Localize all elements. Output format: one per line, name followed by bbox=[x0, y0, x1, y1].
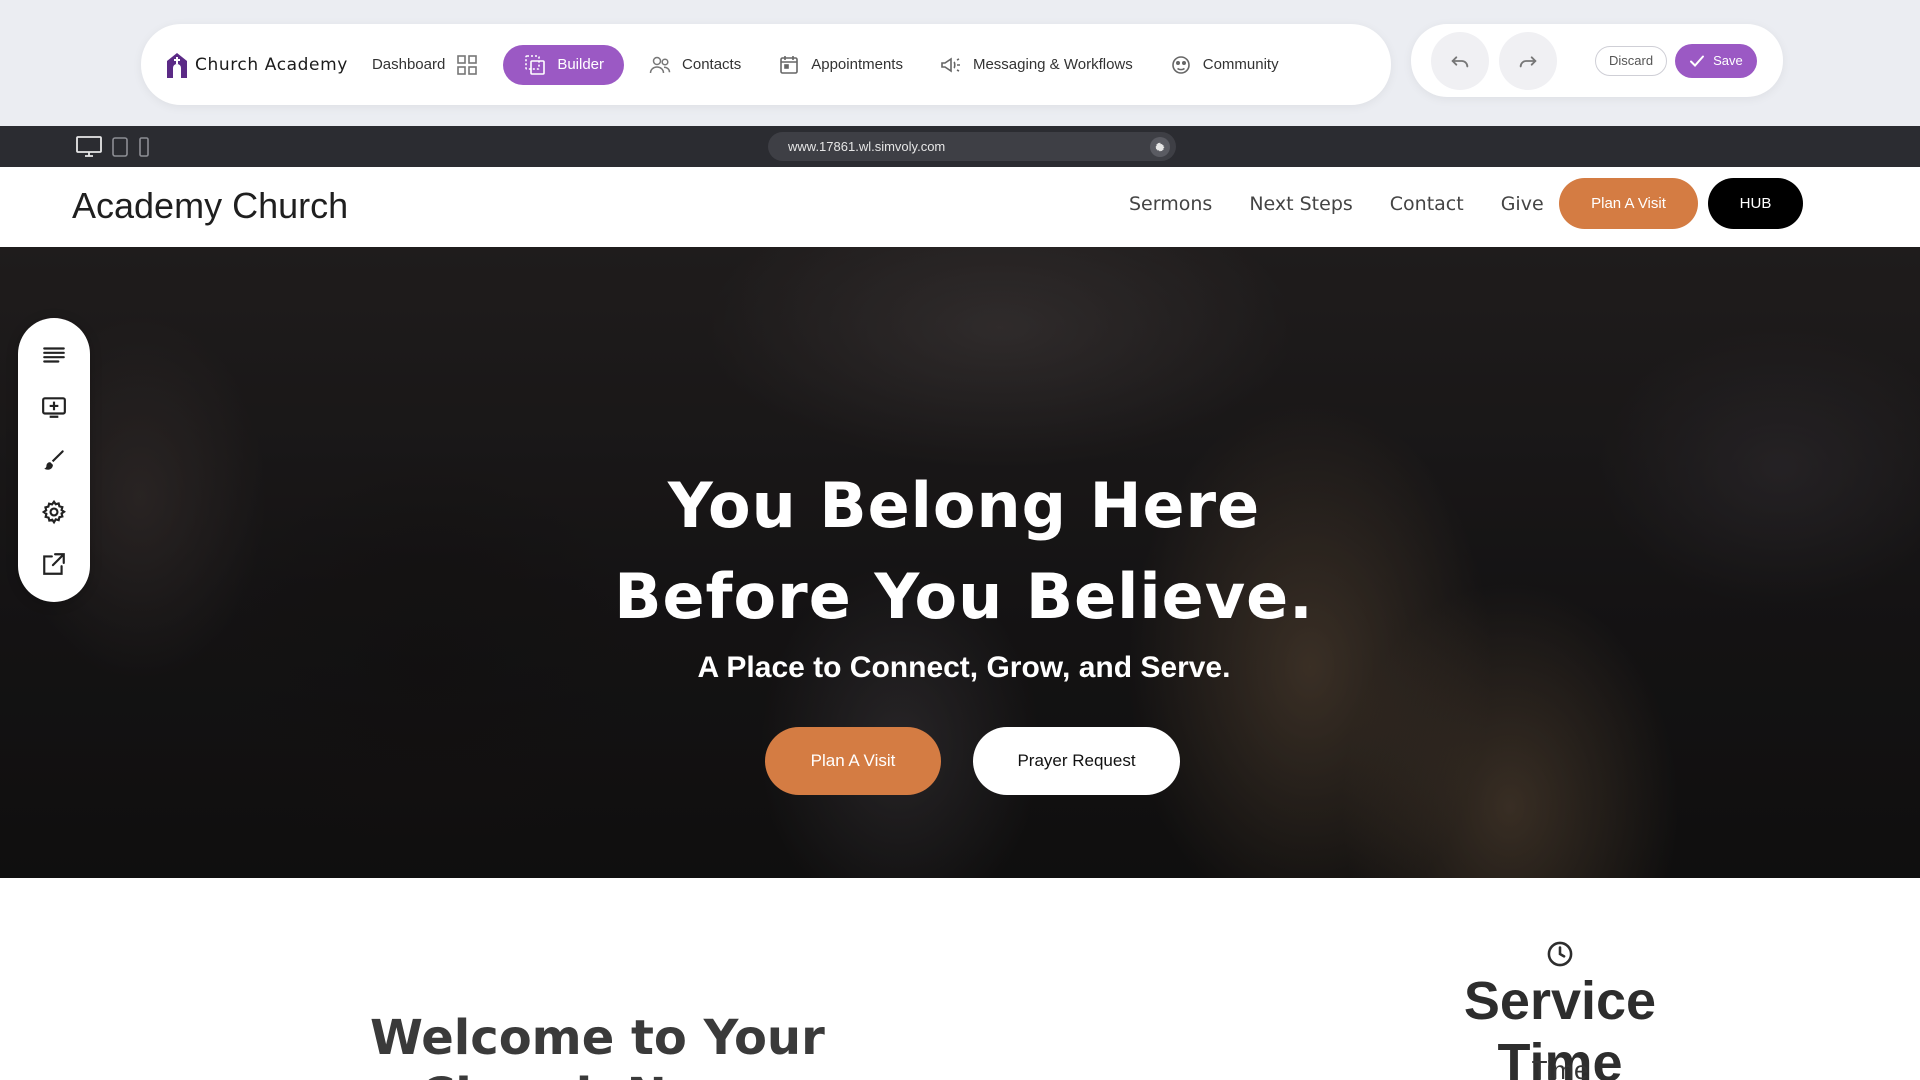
site-nav-contact[interactable]: Contact bbox=[1390, 193, 1464, 215]
gear-icon bbox=[41, 499, 66, 525]
nav-dashboard-label: Dashboard bbox=[371, 56, 446, 73]
hero-subtitle: A Place to Connect, Grow, and Serve. bbox=[697, 651, 1231, 684]
service-time-label: Time bbox=[1531, 1055, 1589, 1080]
church-logo-icon bbox=[167, 52, 187, 78]
brush-icon bbox=[44, 449, 64, 470]
layers-icon bbox=[43, 347, 65, 363]
nav-appointments-label: Appointments bbox=[811, 56, 903, 73]
nav-messaging-label: Messaging & Workflows bbox=[972, 56, 1133, 73]
hero-prayer-request-button[interactable]: Prayer Request bbox=[973, 727, 1180, 795]
users-icon bbox=[649, 56, 671, 73]
builder-icon bbox=[525, 54, 546, 75]
welcome-heading-line2: Church Name bbox=[420, 1068, 782, 1080]
editor-actions: Discard Save bbox=[1411, 24, 1783, 97]
discard-button[interactable]: Discard bbox=[1595, 45, 1668, 76]
add-section-button[interactable] bbox=[39, 392, 69, 421]
site-title[interactable]: Academy Church bbox=[72, 185, 348, 227]
brand-name: Church Academy bbox=[195, 54, 348, 75]
nav-contacts-label: Contacts bbox=[682, 56, 742, 73]
undo-icon bbox=[1451, 55, 1469, 67]
nav-community-label: Community bbox=[1202, 56, 1279, 73]
grid-icon bbox=[457, 54, 478, 75]
mobile-icon[interactable] bbox=[137, 136, 151, 158]
welcome-heading: Welcome to Your bbox=[370, 1010, 825, 1066]
redo-button[interactable] bbox=[1499, 31, 1557, 90]
device-switcher bbox=[75, 135, 151, 159]
calendar-icon bbox=[780, 55, 799, 74]
megaphone-icon bbox=[941, 57, 960, 72]
nav-builder[interactable]: Builder bbox=[503, 44, 625, 85]
settings-button[interactable] bbox=[39, 497, 69, 526]
add-section-icon bbox=[42, 397, 66, 418]
nav-builder-label: Builder bbox=[557, 56, 605, 73]
welcome-section[interactable]: Welcome to Your Church Name Service Time… bbox=[0, 878, 1920, 1080]
site-header: Academy Church Sermons Next Steps Contac… bbox=[0, 167, 1920, 247]
clock-icon bbox=[1547, 941, 1573, 967]
preview-toolbar: www.17861.wl.simvoly.com bbox=[0, 126, 1920, 167]
site-nav-give[interactable]: Give bbox=[1501, 193, 1544, 215]
nav-contacts[interactable]: Contacts bbox=[630, 45, 759, 85]
site-nav-sermons[interactable]: Sermons bbox=[1129, 193, 1212, 215]
save-button-label: Save bbox=[1713, 53, 1743, 68]
nav-community[interactable]: Community bbox=[1151, 45, 1297, 85]
desktop-icon[interactable] bbox=[75, 135, 103, 159]
url-text: www.17861.wl.simvoly.com bbox=[788, 139, 946, 154]
redo-icon bbox=[1519, 55, 1537, 67]
app-top-bar: Church Academy Dashboard Builder Contact… bbox=[141, 24, 1391, 105]
open-external-button[interactable] bbox=[39, 550, 69, 579]
header-hub-button[interactable]: HUB bbox=[1708, 178, 1803, 229]
builder-side-toolbar bbox=[18, 318, 90, 602]
header-plan-visit-button[interactable]: Plan A Visit bbox=[1559, 178, 1698, 229]
external-link-icon bbox=[43, 553, 65, 576]
brand[interactable]: Church Academy bbox=[165, 51, 348, 79]
hero-heading-line2: Before You Believe. bbox=[614, 560, 1314, 633]
url-bar[interactable]: www.17861.wl.simvoly.com bbox=[768, 132, 1176, 161]
site-nav-next-steps[interactable]: Next Steps bbox=[1249, 193, 1352, 215]
save-button[interactable]: Save bbox=[1675, 43, 1757, 78]
nav-messaging[interactable]: Messaging & Workflows bbox=[921, 45, 1151, 85]
hero-heading-line1: You Belong Here bbox=[667, 469, 1261, 542]
tablet-icon[interactable] bbox=[111, 136, 129, 158]
layers-button[interactable] bbox=[39, 340, 69, 369]
nav-dashboard[interactable]: Dashboard bbox=[372, 45, 497, 85]
design-button[interactable] bbox=[39, 445, 69, 474]
check-icon bbox=[1690, 55, 1705, 67]
hero-section[interactable]: You Belong Here Before You Believe. A Pl… bbox=[0, 247, 1920, 878]
site-nav: Sermons Next Steps Contact Give bbox=[1129, 193, 1581, 215]
undo-button[interactable] bbox=[1431, 31, 1489, 90]
hero-plan-visit-button[interactable]: Plan A Visit bbox=[765, 727, 941, 795]
community-icon bbox=[1171, 55, 1190, 74]
nav-appointments[interactable]: Appointments bbox=[759, 45, 921, 85]
url-settings-icon[interactable] bbox=[1150, 137, 1170, 157]
